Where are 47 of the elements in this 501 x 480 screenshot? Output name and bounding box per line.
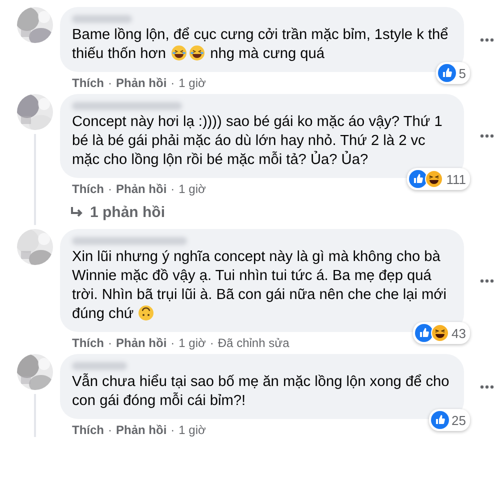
action-link[interactable]: Thích: [72, 336, 104, 350]
comment-text: Vẫn chưa hiểu tại sao bố mẹ ăn mặc lồng lộn xong để cho con gái đóng mỗi cái bỉm?!: [72, 373, 450, 411]
action-link[interactable]: Phản hồi: [116, 182, 167, 196]
reaction-badge[interactable]: 25: [428, 409, 470, 431]
laughing-face-icon: [425, 170, 444, 188]
meta-text: 1 giờ: [178, 423, 206, 437]
separator-dot: ·: [170, 182, 175, 196]
thumbs-up-icon: [430, 411, 449, 429]
separator-dot: ·: [108, 423, 112, 437]
reaction-badge[interactable]: 5: [436, 62, 470, 84]
laughing-emoji-icon: [189, 45, 206, 61]
thumbs-up-icon: [438, 64, 456, 82]
separator-dot: ·: [108, 182, 112, 196]
meta-text: Đã chỉnh sửa: [218, 336, 290, 350]
more-options-icon[interactable]: [480, 384, 494, 388]
reply-arrow-icon: [70, 206, 84, 218]
action-link[interactable]: Phản hồi: [116, 423, 167, 437]
separator-dot: ·: [170, 336, 175, 350]
reaction-badge[interactable]: 111: [407, 168, 470, 190]
meta-text: 1 giờ: [178, 336, 206, 350]
view-replies-link[interactable]: 1 phản hồi: [70, 204, 494, 221]
separator-dot: ·: [170, 423, 175, 437]
action-link[interactable]: Thích: [72, 423, 104, 437]
comment-text: Bame lồng lộn, để cục cưng cởi trần mặc bỉm, 1style k thể thiếu thốn hơn nhg mà cưng quá: [72, 26, 450, 64]
laughing-emoji-icon: [171, 45, 188, 61]
separator-dot: ·: [210, 336, 214, 350]
action-link[interactable]: Phản hồi: [116, 76, 167, 90]
separator-dot: ·: [170, 76, 175, 90]
thumbs-up-icon: [414, 324, 433, 342]
action-link[interactable]: Phản hồi: [116, 336, 167, 350]
upside-down-face-icon: [138, 305, 154, 321]
blurred-name: [72, 15, 132, 23]
action-link[interactable]: Thích: [72, 76, 104, 90]
comment-text: Concept này hơi lạ :)))) sao bé gái ko mặc áo vậy? Thứ 1 bé là bé gái phải mặc áo dù lớn hay nhỏ. Thứ 2 là 2 vc mặc cho lồng lộn rồi bé mặc mỗi tả? Ủa? Ủa?: [72, 113, 444, 170]
more-options-icon[interactable]: [480, 38, 494, 42]
more-options-icon[interactable]: [480, 134, 494, 138]
reaction-badge[interactable]: 43: [412, 322, 470, 344]
comment-text: Xin lũi nhưng ý nghĩa concept này là gì mà không cho bà Winnie mặc đồ vậy ạ. Tui nhìn tui tức á. Ba mẹ đẹp quá trời. Nhìn bã trụi lũi à. Bã con gái nữa nên che che lại mới đúng chứ: [72, 248, 448, 324]
blurred-name: [72, 362, 127, 370]
action-link[interactable]: Thích: [72, 182, 104, 196]
meta-text: 1 giờ: [178, 76, 206, 90]
separator-dot: ·: [108, 336, 112, 350]
thumbs-up-icon: [409, 170, 428, 188]
meta-text: 1 giờ: [178, 182, 206, 196]
laughing-face-icon: [430, 324, 449, 342]
separator-dot: ·: [108, 76, 112, 90]
more-options-icon[interactable]: [480, 278, 494, 282]
